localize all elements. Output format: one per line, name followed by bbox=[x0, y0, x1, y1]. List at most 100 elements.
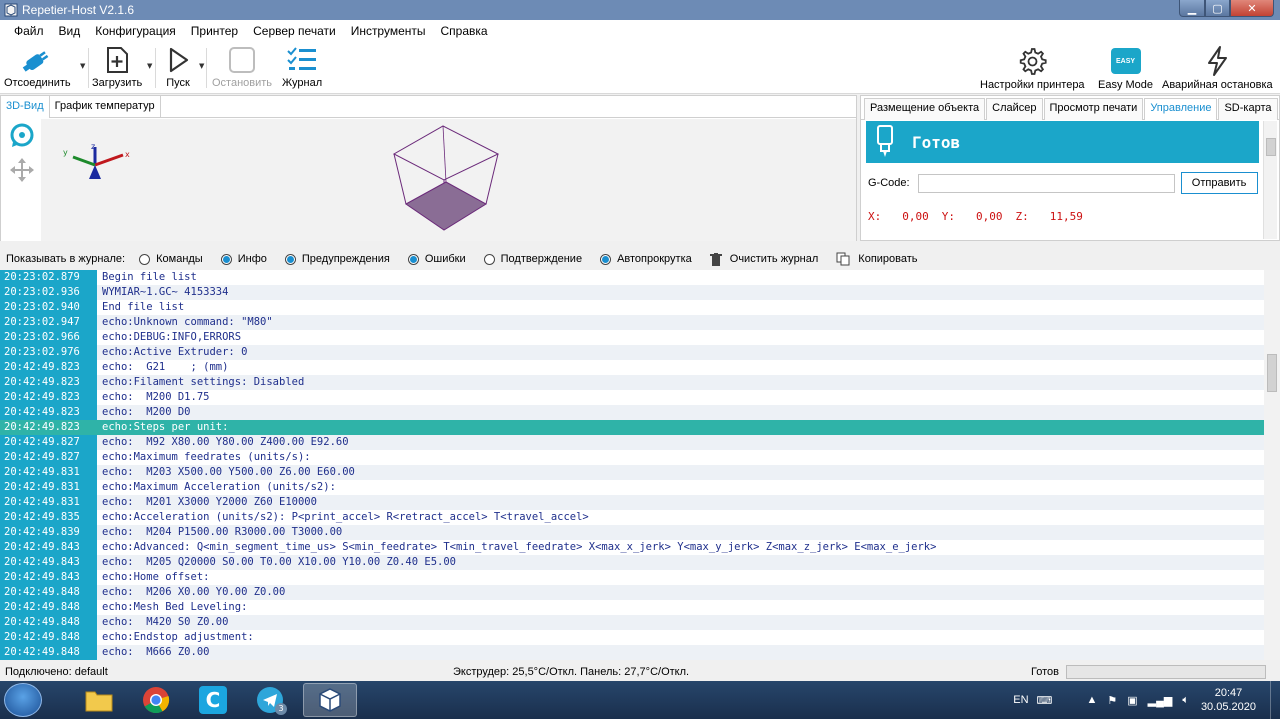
log-row[interactable]: 20:42:49.848 echo: M206 X0.00 Y0.00 Z0.00 bbox=[0, 585, 1264, 600]
maximize-button[interactable]: ▢ bbox=[1205, 0, 1230, 17]
taskbar-telegram[interactable]: 3 bbox=[243, 683, 297, 717]
disconnect-dropdown[interactable]: ▼ bbox=[80, 62, 85, 70]
log-message: End file list bbox=[102, 301, 185, 313]
log-row[interactable]: 20:42:49.827 echo: M92 X80.00 Y80.00 Z400… bbox=[0, 435, 1264, 450]
scrollbar-thumb[interactable] bbox=[1267, 354, 1277, 392]
log-row[interactable]: 20:42:49.843 echo:Advanced: Q<min_segment… bbox=[0, 540, 1264, 555]
log-row[interactable]: 20:42:49.848 echo:Endstop adjustment: bbox=[0, 630, 1264, 645]
tab-object-placement[interactable]: Размещение объекта bbox=[864, 98, 986, 120]
log-timestamp: 20:42:49.848 bbox=[0, 585, 97, 600]
taskbar-app-c[interactable]: C bbox=[186, 683, 240, 717]
log-row[interactable]: 20:42:49.848 echo: M420 S0 Z0.00 bbox=[0, 615, 1264, 630]
log-row[interactable]: 20:42:49.843 echo:Home offset: bbox=[0, 570, 1264, 585]
stop-button[interactable]: Остановить bbox=[212, 45, 272, 89]
menu-view[interactable]: Вид bbox=[51, 24, 88, 38]
move-icon[interactable] bbox=[9, 157, 35, 183]
log-row[interactable]: 20:42:49.831 echo: M201 X3000 Y2000 Z60 E… bbox=[0, 495, 1264, 510]
load-dropdown[interactable]: ▼ bbox=[147, 62, 152, 70]
log-message: echo: G21 ; (mm) bbox=[102, 361, 229, 373]
log-row[interactable]: 20:23:02.879 Begin file list bbox=[0, 270, 1264, 285]
3d-scene[interactable]: zxy bbox=[1, 119, 856, 241]
log-row[interactable]: 20:42:49.823 echo: M200 D0 bbox=[0, 405, 1264, 420]
show-hidden-icon[interactable]: ▲ bbox=[1086, 694, 1097, 706]
scrollbar-thumb[interactable] bbox=[1266, 138, 1276, 156]
radio-errors[interactable] bbox=[407, 253, 419, 265]
log-row[interactable]: 20:23:02.976 echo:Active Extruder: 0 bbox=[0, 345, 1264, 360]
tab-slicer[interactable]: Слайсер bbox=[986, 98, 1043, 120]
log-row[interactable]: 20:23:02.936 WYMIAR~1.GC~ 4153334 bbox=[0, 285, 1264, 300]
log-timestamp: 20:23:02.966 bbox=[0, 330, 97, 345]
log-list[interactable]: 20:23:02.879 Begin file list 20:23:02.936 W… bbox=[0, 270, 1264, 660]
option-autoscroll[interactable]: Автопрокрутка bbox=[600, 253, 692, 265]
printer-settings-button[interactable]: Настройки принтера bbox=[980, 45, 1085, 91]
log-row[interactable]: 20:42:49.848 echo: M666 Z0.00 bbox=[0, 645, 1264, 660]
emergency-stop-button[interactable]: Аварийная остановка bbox=[1162, 45, 1273, 91]
send-button[interactable]: Отправить bbox=[1180, 172, 1258, 194]
option-ack[interactable]: Подтверждение bbox=[483, 253, 582, 265]
log-row[interactable]: 20:42:49.839 echo: M204 P1500.00 R3000.00… bbox=[0, 525, 1264, 540]
clear-log-button[interactable]: Очистить журнал bbox=[709, 252, 818, 266]
log-button[interactable]: Журнал bbox=[282, 45, 322, 89]
log-row[interactable]: 20:42:49.827 echo:Maximum feedrates (unit… bbox=[0, 450, 1264, 465]
tab-temperature-graph[interactable]: График температур bbox=[50, 96, 161, 118]
log-message: echo: M666 Z0.00 bbox=[97, 645, 1264, 660]
tab-3d-view[interactable]: 3D-Вид bbox=[1, 96, 50, 118]
taskbar-chrome[interactable] bbox=[129, 683, 183, 717]
log-row[interactable]: 20:42:49.831 echo:Maximum Acceleration (u… bbox=[0, 480, 1264, 495]
option-errors[interactable]: Ошибки bbox=[407, 253, 466, 265]
log-row[interactable]: 20:23:02.966 echo:DEBUG:INFO,ERRORS bbox=[0, 330, 1264, 345]
log-row[interactable]: 20:42:49.831 echo: M203 X500.00 Y500.00 Z… bbox=[0, 465, 1264, 480]
signal-icon[interactable]: ▂▄▆ bbox=[1148, 694, 1173, 707]
minimize-button[interactable]: ▁ bbox=[1179, 0, 1205, 17]
load-button[interactable]: Загрузить bbox=[92, 45, 142, 89]
control-scrollbar[interactable] bbox=[1263, 121, 1277, 239]
menu-print-server[interactable]: Сервер печати bbox=[245, 24, 343, 38]
log-row[interactable]: 20:42:49.823 echo: M200 D1.75 bbox=[0, 390, 1264, 405]
tab-print-preview[interactable]: Просмотр печати bbox=[1043, 98, 1144, 120]
option-commands[interactable]: Команды bbox=[139, 253, 203, 265]
device-icon[interactable]: ▣ bbox=[1127, 694, 1137, 707]
radio-info[interactable] bbox=[220, 253, 232, 265]
menu-help[interactable]: Справка bbox=[433, 24, 495, 38]
log-row[interactable]: 20:42:49.835 echo:Acceleration (units/s2)… bbox=[0, 510, 1264, 525]
log-scrollbar[interactable] bbox=[1264, 270, 1280, 660]
log-row[interactable]: 20:42:49.823 echo:Steps per unit: bbox=[0, 420, 1264, 435]
taskbar-explorer[interactable] bbox=[72, 683, 126, 717]
disconnect-button[interactable]: Отсоединить bbox=[4, 45, 71, 89]
tab-sd-card[interactable]: SD-карта bbox=[1218, 98, 1278, 120]
log-timestamp: 20:42:49.823 bbox=[0, 375, 97, 390]
radio-autoscroll[interactable] bbox=[600, 253, 612, 265]
language-indicator[interactable]: EN bbox=[1013, 694, 1028, 706]
log-row[interactable]: 20:23:02.940 End file list bbox=[0, 300, 1264, 315]
volume-icon[interactable]: 🔈︎ bbox=[1182, 694, 1189, 707]
option-warnings[interactable]: Предупреждения bbox=[284, 253, 390, 265]
clock[interactable]: 20:47 30.05.2020 bbox=[1201, 686, 1256, 714]
run-button[interactable]: Пуск bbox=[163, 45, 193, 89]
copy-log-button[interactable]: Копировать bbox=[836, 252, 918, 266]
log-row[interactable]: 20:42:49.848 echo:Mesh Bed Leveling: bbox=[0, 600, 1264, 615]
option-info[interactable]: Инфо bbox=[220, 253, 267, 265]
start-button[interactable] bbox=[4, 683, 42, 717]
log-row[interactable]: 20:42:49.823 echo: G21 ; (mm) bbox=[0, 360, 1264, 375]
radio-warnings[interactable] bbox=[284, 253, 296, 265]
log-row[interactable]: 20:42:49.823 echo:Filament settings: Disa… bbox=[0, 375, 1264, 390]
flag-icon[interactable]: ⚑ bbox=[1107, 694, 1117, 707]
tab-control[interactable]: Управление bbox=[1144, 98, 1218, 120]
run-dropdown[interactable]: ▼ bbox=[199, 62, 204, 70]
menu-file[interactable]: Файл bbox=[6, 24, 51, 38]
log-timestamp: 20:23:02.879 bbox=[0, 270, 97, 285]
taskbar-repetier[interactable] bbox=[303, 683, 357, 717]
menu-printer[interactable]: Принтер bbox=[183, 24, 245, 38]
menu-tools[interactable]: Инструменты bbox=[343, 24, 433, 38]
close-button[interactable]: ✕ bbox=[1230, 0, 1274, 17]
radio-commands[interactable] bbox=[139, 253, 151, 265]
log-row[interactable]: 20:42:49.843 echo: M205 Q20000 S0.00 T0.0… bbox=[0, 555, 1264, 570]
easy-mode-button[interactable]: EASY Easy Mode bbox=[1098, 45, 1153, 91]
log-row[interactable]: 20:23:02.947 echo:Unknown command: "M80" bbox=[0, 315, 1264, 330]
keyboard-icon[interactable]: ⌨ bbox=[1037, 694, 1053, 707]
radio-ack[interactable] bbox=[483, 253, 495, 265]
show-desktop-button[interactable] bbox=[1270, 681, 1280, 719]
rotate-icon[interactable] bbox=[9, 122, 35, 148]
menu-config[interactable]: Конфигурация bbox=[87, 24, 183, 38]
gcode-input[interactable] bbox=[917, 173, 1175, 193]
